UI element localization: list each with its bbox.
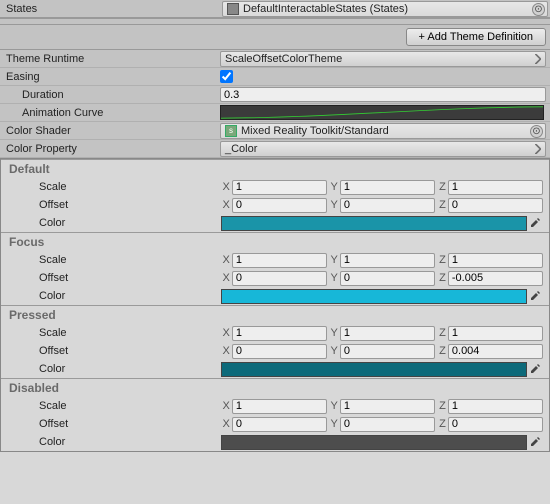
- animation-curve-label: Animation Curve: [0, 107, 220, 119]
- color-label: Color: [1, 363, 221, 375]
- axis-label-y: Y: [329, 327, 338, 339]
- scale-x-input[interactable]: [232, 399, 327, 414]
- duration-label: Duration: [0, 89, 220, 101]
- duration-input[interactable]: [220, 87, 546, 102]
- offset-label: Offset: [1, 345, 221, 357]
- states-object-field[interactable]: DefaultInteractableStates (States): [222, 1, 548, 17]
- asset-icon: [227, 3, 239, 15]
- axis-label-z: Z: [437, 327, 446, 339]
- offset-z-input[interactable]: [448, 271, 543, 286]
- axis-label-x: X: [221, 400, 230, 412]
- axis-label-z: Z: [437, 400, 446, 412]
- scale-x-input[interactable]: [232, 253, 327, 268]
- axis-label-x: X: [221, 345, 230, 357]
- offset-x-input[interactable]: [232, 344, 327, 359]
- offset-z-input[interactable]: [448, 344, 543, 359]
- axis-label-y: Y: [329, 254, 338, 266]
- scale-x-input[interactable]: [232, 326, 327, 341]
- offset-y-input[interactable]: [340, 417, 435, 432]
- scale-y-input[interactable]: [340, 253, 435, 268]
- offset-label: Offset: [1, 272, 221, 284]
- object-picker-icon[interactable]: [532, 3, 545, 16]
- scale-z-input[interactable]: [448, 399, 543, 414]
- state-group: Disabled Scale X Y Z Offset X Y Z Color: [1, 378, 549, 451]
- offset-x-input[interactable]: [232, 271, 327, 286]
- axis-label-x: X: [221, 181, 230, 193]
- add-theme-definition-button[interactable]: + Add Theme Definition: [406, 28, 546, 46]
- color-field[interactable]: [221, 289, 527, 304]
- color-field[interactable]: [221, 435, 527, 450]
- eyedropper-icon[interactable]: [527, 217, 543, 229]
- axis-label-y: Y: [329, 400, 338, 412]
- scale-z-input[interactable]: [448, 180, 543, 195]
- scale-y-input[interactable]: [340, 180, 435, 195]
- axis-label-z: Z: [437, 345, 446, 357]
- object-picker-icon[interactable]: [530, 125, 543, 138]
- states-label: States: [0, 3, 220, 15]
- color-shader-label: Color Shader: [0, 125, 220, 137]
- axis-label-z: Z: [437, 272, 446, 284]
- offset-label: Offset: [1, 418, 221, 430]
- offset-y-input[interactable]: [340, 344, 435, 359]
- separator: [0, 18, 550, 25]
- color-property-dropdown[interactable]: _Color: [220, 141, 546, 157]
- axis-label-z: Z: [437, 418, 446, 430]
- easing-checkbox[interactable]: [220, 70, 233, 83]
- eyedropper-icon[interactable]: [527, 436, 543, 448]
- scale-label: Scale: [1, 327, 221, 339]
- scale-label: Scale: [1, 400, 221, 412]
- color-shader-object-field[interactable]: s Mixed Reality Toolkit/Standard: [220, 123, 546, 139]
- scale-z-input[interactable]: [448, 253, 543, 268]
- color-property-label: Color Property: [0, 143, 220, 155]
- color-label: Color: [1, 436, 221, 448]
- scale-y-input[interactable]: [340, 326, 435, 341]
- axis-label-y: Y: [329, 272, 338, 284]
- offset-y-input[interactable]: [340, 271, 435, 286]
- state-header: Pressed: [1, 306, 549, 324]
- eyedropper-icon[interactable]: [527, 363, 543, 375]
- axis-label-x: X: [221, 254, 230, 266]
- states-value: DefaultInteractableStates (States): [243, 3, 408, 15]
- scale-y-input[interactable]: [340, 399, 435, 414]
- scale-label: Scale: [1, 254, 221, 266]
- offset-y-input[interactable]: [340, 198, 435, 213]
- color-label: Color: [1, 217, 221, 229]
- theme-runtime-dropdown[interactable]: ScaleOffsetColorTheme: [220, 51, 546, 67]
- animation-curve-field[interactable]: [220, 105, 544, 120]
- axis-label-y: Y: [329, 199, 338, 211]
- state-group: Pressed Scale X Y Z Offset X Y Z Color: [1, 305, 549, 378]
- eyedropper-icon[interactable]: [527, 290, 543, 302]
- axis-label-y: Y: [329, 345, 338, 357]
- state-group: Focus Scale X Y Z Offset X Y Z Color: [1, 232, 549, 305]
- axis-label-z: Z: [437, 254, 446, 266]
- state-header: Focus: [1, 233, 549, 251]
- axis-label-x: X: [221, 199, 230, 211]
- color-label: Color: [1, 290, 221, 302]
- axis-label-x: X: [221, 272, 230, 284]
- theme-runtime-label: Theme Runtime: [0, 53, 220, 65]
- state-header: Disabled: [1, 379, 549, 397]
- color-field[interactable]: [221, 216, 527, 231]
- axis-label-y: Y: [329, 418, 338, 430]
- offset-x-input[interactable]: [232, 198, 327, 213]
- offset-x-input[interactable]: [232, 417, 327, 432]
- offset-z-input[interactable]: [448, 417, 543, 432]
- axis-label-x: X: [221, 327, 230, 339]
- axis-label-z: Z: [437, 181, 446, 193]
- offset-label: Offset: [1, 199, 221, 211]
- scale-z-input[interactable]: [448, 326, 543, 341]
- state-header: Default: [1, 160, 549, 178]
- axis-label-x: X: [221, 418, 230, 430]
- state-group: Default Scale X Y Z Offset X Y Z Color: [1, 159, 549, 232]
- easing-label: Easing: [0, 71, 220, 83]
- shader-icon: s: [225, 125, 237, 137]
- axis-label-z: Z: [437, 199, 446, 211]
- axis-label-y: Y: [329, 181, 338, 193]
- color-field[interactable]: [221, 362, 527, 377]
- scale-x-input[interactable]: [232, 180, 327, 195]
- offset-z-input[interactable]: [448, 198, 543, 213]
- scale-label: Scale: [1, 181, 221, 193]
